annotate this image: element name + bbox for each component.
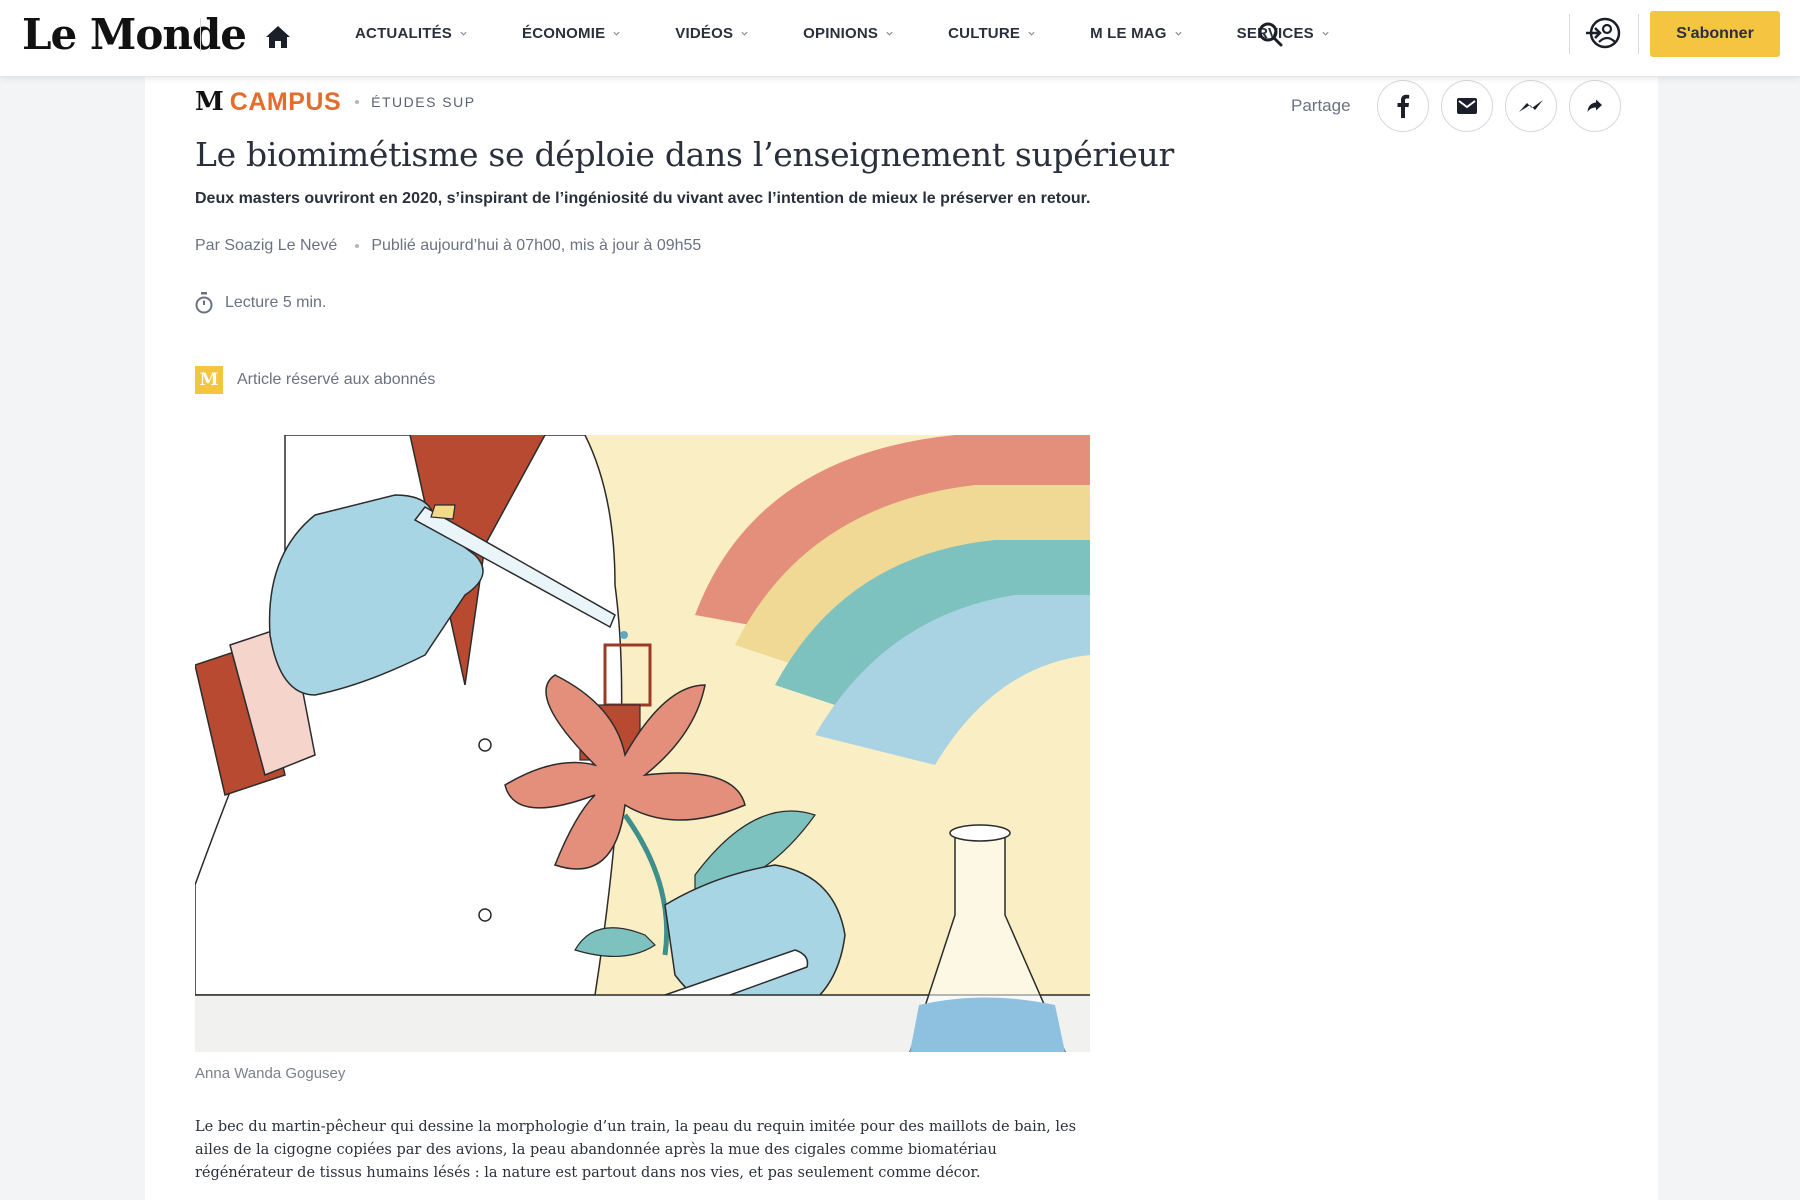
article-kicker: M CAMPUS ÉTUDES SUP [195,87,476,117]
nav-item-label: M LE MAG [1090,25,1167,42]
reading-time: Lecture 5 min. [195,292,326,314]
home-icon[interactable] [263,22,293,52]
nav-item-m-le-mag[interactable]: M LE MAG [1090,25,1183,42]
share-label: Partage [1291,96,1351,115]
section-link[interactable]: ÉTUDES SUP [371,94,475,110]
facebook-icon [1397,94,1409,118]
chevron-down-icon [741,31,748,36]
meta-separator [355,244,360,248]
chevron-down-icon [460,31,467,36]
campus-logo[interactable]: CAMPUS [230,88,341,117]
nav-item-label: ÉCONOMIE [522,25,606,42]
nav-item-actualites[interactable]: ACTUALITÉS [355,25,468,42]
article-page: M CAMPUS ÉTUDES SUP Partage Le biomiméti… [145,77,1658,1200]
header-divider [200,18,201,52]
author-link[interactable]: Par Soazig Le Nevé [195,237,337,255]
subscribe-button[interactable]: S'abonner [1650,11,1780,57]
header-divider [1569,14,1570,54]
nav-item-culture[interactable]: CULTURE [948,25,1036,42]
reading-time-label: Lecture 5 min. [225,294,327,311]
campus-logo-mark[interactable]: M [195,87,224,117]
share-bar: Partage [1291,80,1621,132]
share-email-button[interactable] [1440,80,1493,132]
share-more-button[interactable] [1568,80,1621,132]
article-meta: Par Soazig Le Nevé Publié aujourd’hui à … [195,237,701,255]
nav-item-videos[interactable]: VIDÉOS [675,25,749,42]
chevron-down-icon [886,31,893,36]
article-title: Le biomimétisme se déploie dans l’enseig… [195,135,1174,174]
premium-notice: M Article réservé aux abonnés [195,366,435,394]
chevron-down-icon [1028,31,1035,36]
biomimicry-illustration [195,435,1090,1052]
article-illustration[interactable] [195,435,1090,1052]
image-caption: Anna Wanda Gogusey [195,1065,346,1082]
nav-item-label: CULTURE [948,25,1021,42]
messenger-icon [1518,100,1543,112]
chevron-down-icon [1322,31,1329,36]
search-icon[interactable] [1256,20,1284,48]
share-facebook-button[interactable] [1376,80,1429,132]
publication-date: Publié aujourd’hui à 07h00, mis à jour à… [371,237,702,254]
chevron-down-icon [613,31,620,36]
header-divider [1638,14,1639,54]
email-icon [1456,98,1477,114]
article-body-paragraph: Le bec du martin-pêcheur qui dessine la … [195,1119,1077,1181]
stopwatch-icon [195,292,213,314]
nav-item-label: VIDÉOS [675,25,734,42]
nav-item-label: ACTUALITÉS [355,25,452,42]
chevron-down-icon [1175,31,1182,36]
article-description: Deux masters ouvriront en 2020, s’inspir… [195,190,1091,207]
nav-item-economie[interactable]: ÉCONOMIE [522,25,621,42]
nav-item-opinions[interactable]: OPINIONS [803,25,894,42]
kicker-separator [355,100,360,104]
nav-item-label: OPINIONS [803,25,879,42]
premium-label: Article réservé aux abonnés [237,371,436,388]
premium-badge-icon: M [195,366,223,394]
share-arrow-icon [1587,99,1602,112]
login-account-icon[interactable] [1584,15,1622,51]
top-header: Le Monde ACTUALITÉS ÉCONOMIE VIDÉOS OPIN… [0,0,1800,77]
share-messenger-button[interactable] [1504,80,1557,132]
le-monde-logo[interactable]: Le Monde [22,10,247,59]
main-nav: ACTUALITÉS ÉCONOMIE VIDÉOS OPINIONS CULT… [355,0,1330,67]
